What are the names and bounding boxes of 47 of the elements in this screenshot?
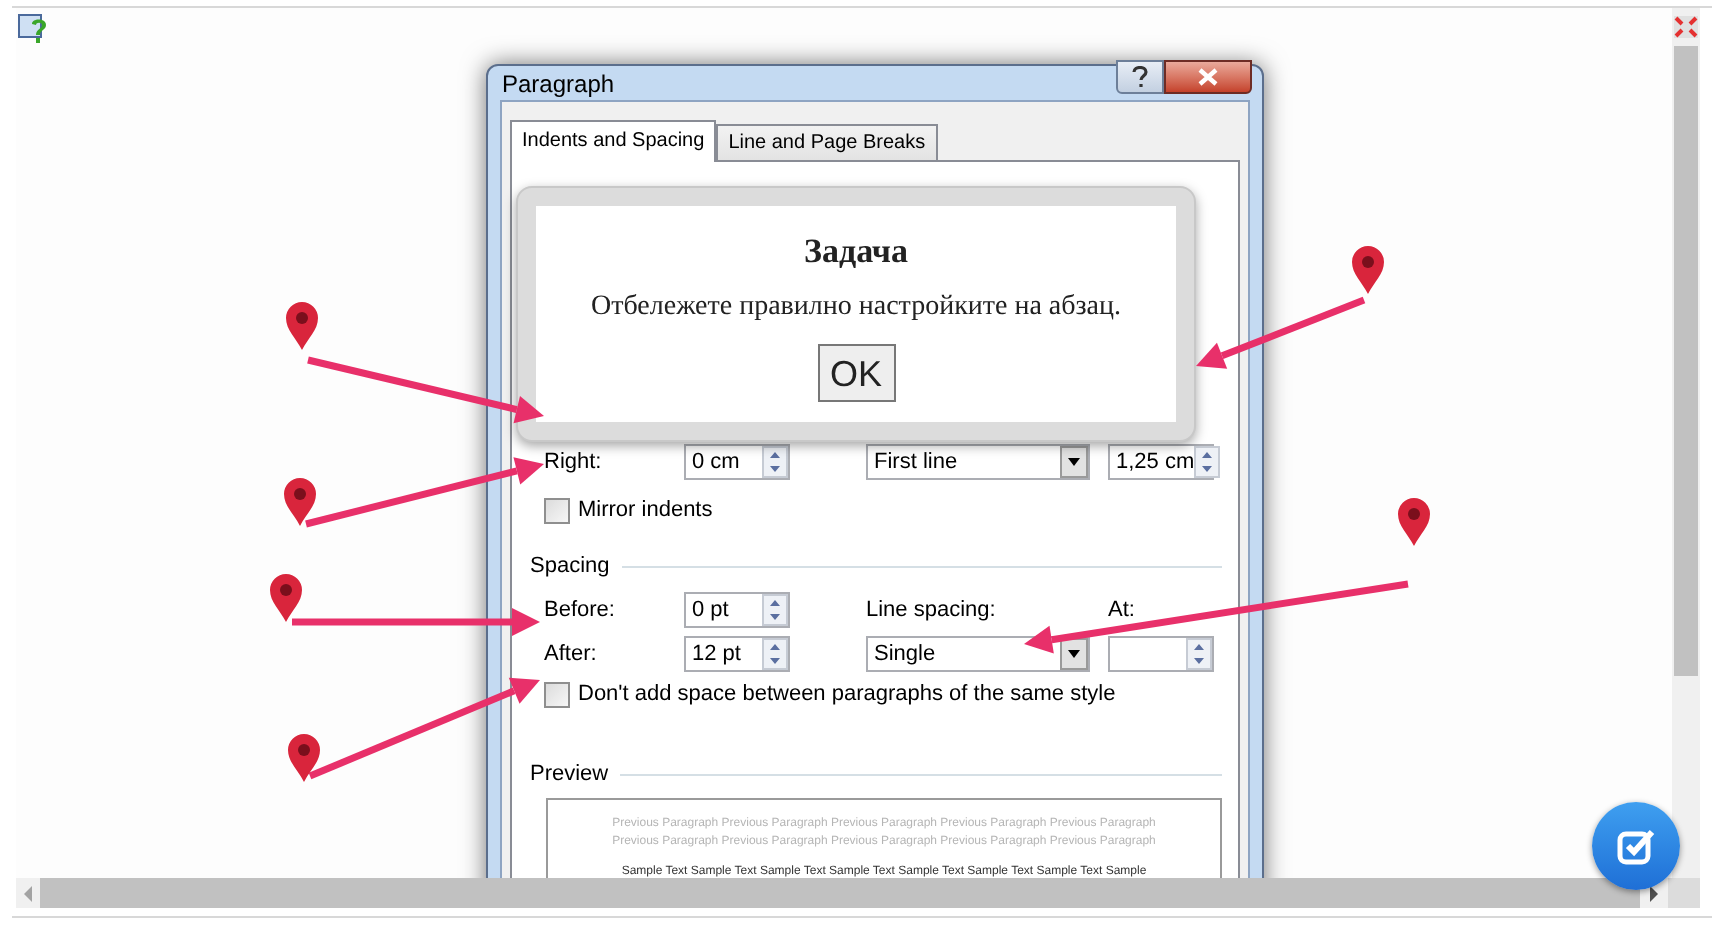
field-label: Line spacing: <box>866 599 998 621</box>
help-button[interactable] <box>1116 60 1164 94</box>
dropdown[interactable]: First line <box>866 444 1090 480</box>
popup-title: Задача <box>804 234 908 268</box>
checkbox-tick-icon <box>1616 826 1656 866</box>
map-pin-icon <box>1352 246 1384 294</box>
spin-arrows-icon <box>762 638 788 670</box>
ok-button[interactable]: OK <box>817 344 895 402</box>
field-label: At: <box>1108 599 1135 621</box>
map-pin-icon <box>286 302 318 350</box>
spin-field[interactable]: 0 cm <box>684 444 790 480</box>
checkbox[interactable] <box>544 681 570 707</box>
spin-field[interactable] <box>1108 636 1214 672</box>
spin-arrows-icon <box>762 594 788 626</box>
field-label: Right: <box>544 451 604 473</box>
map-pin-icon <box>288 734 320 782</box>
scrollbar-thumb[interactable] <box>40 878 1640 908</box>
dropdown[interactable]: Single <box>866 636 1090 672</box>
checkbox-label: Don't add space between paragraphs of the same style <box>578 683 1116 705</box>
checkbox-label: Mirror indents <box>578 499 713 521</box>
close-icon <box>1198 68 1218 86</box>
popup-message: Отбележете правилно настройките на абзац. <box>590 294 1121 322</box>
spin-arrows-icon <box>1186 638 1212 670</box>
caret-icon <box>1060 446 1088 478</box>
help-icon[interactable] <box>18 14 50 46</box>
spin-arrows-icon <box>762 446 788 478</box>
map-pin-icon <box>284 478 316 526</box>
spin-field[interactable]: 12 pt <box>684 636 790 672</box>
caret-icon <box>1060 638 1088 670</box>
tab[interactable]: Line and Page Breaks <box>716 124 938 160</box>
scrollbar-corner <box>1668 878 1700 908</box>
checkbox[interactable] <box>544 497 570 523</box>
section-heading: Preview <box>530 763 609 785</box>
spin-field[interactable]: 0 pt <box>684 592 790 628</box>
window-title: Paragraph <box>502 71 617 95</box>
close-button[interactable] <box>1164 60 1252 94</box>
map-pin-icon <box>270 574 302 622</box>
field-label: After: <box>544 643 599 665</box>
map-pin-icon <box>1398 498 1430 546</box>
spin-field[interactable]: 1,25 cm <box>1108 444 1214 480</box>
restore-icon[interactable] <box>1674 16 1698 38</box>
question-mark-icon <box>1132 66 1148 88</box>
scrollbar-thumb[interactable] <box>1674 46 1698 676</box>
field-label: Before: <box>544 599 617 621</box>
spin-arrows-icon <box>1194 446 1221 478</box>
section-heading: Spacing <box>530 555 610 577</box>
tab[interactable]: Indents and Spacing <box>510 120 717 162</box>
